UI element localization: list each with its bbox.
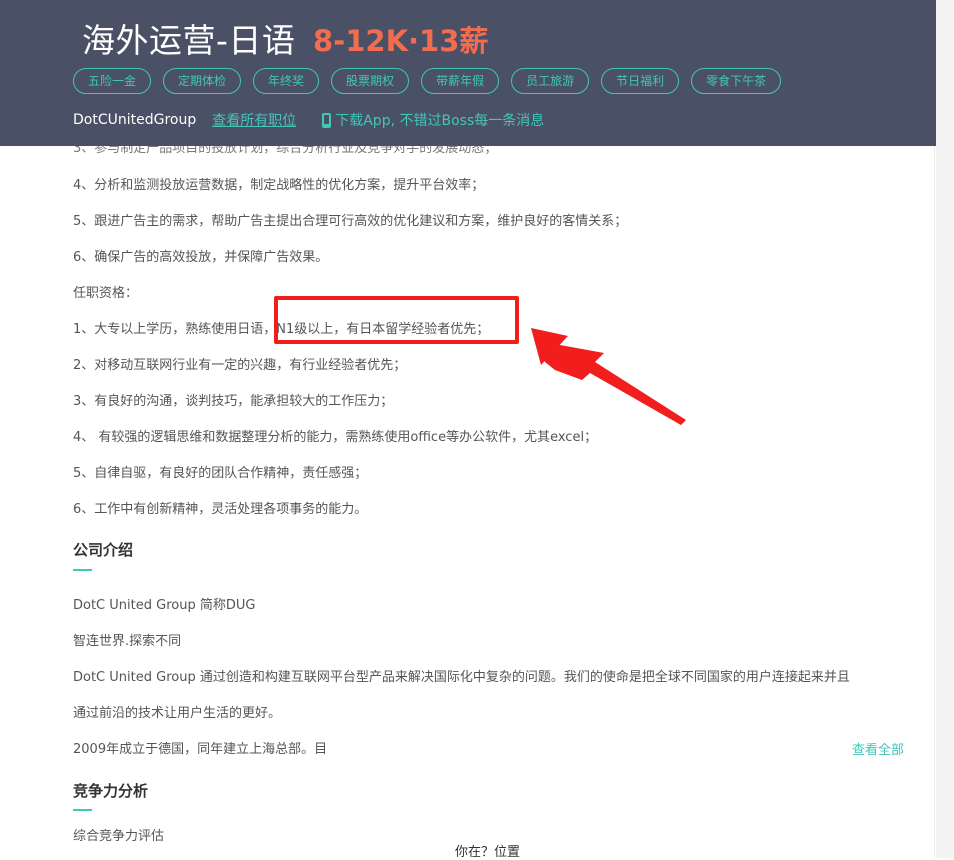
annotation-arrow-icon <box>531 328 686 425</box>
